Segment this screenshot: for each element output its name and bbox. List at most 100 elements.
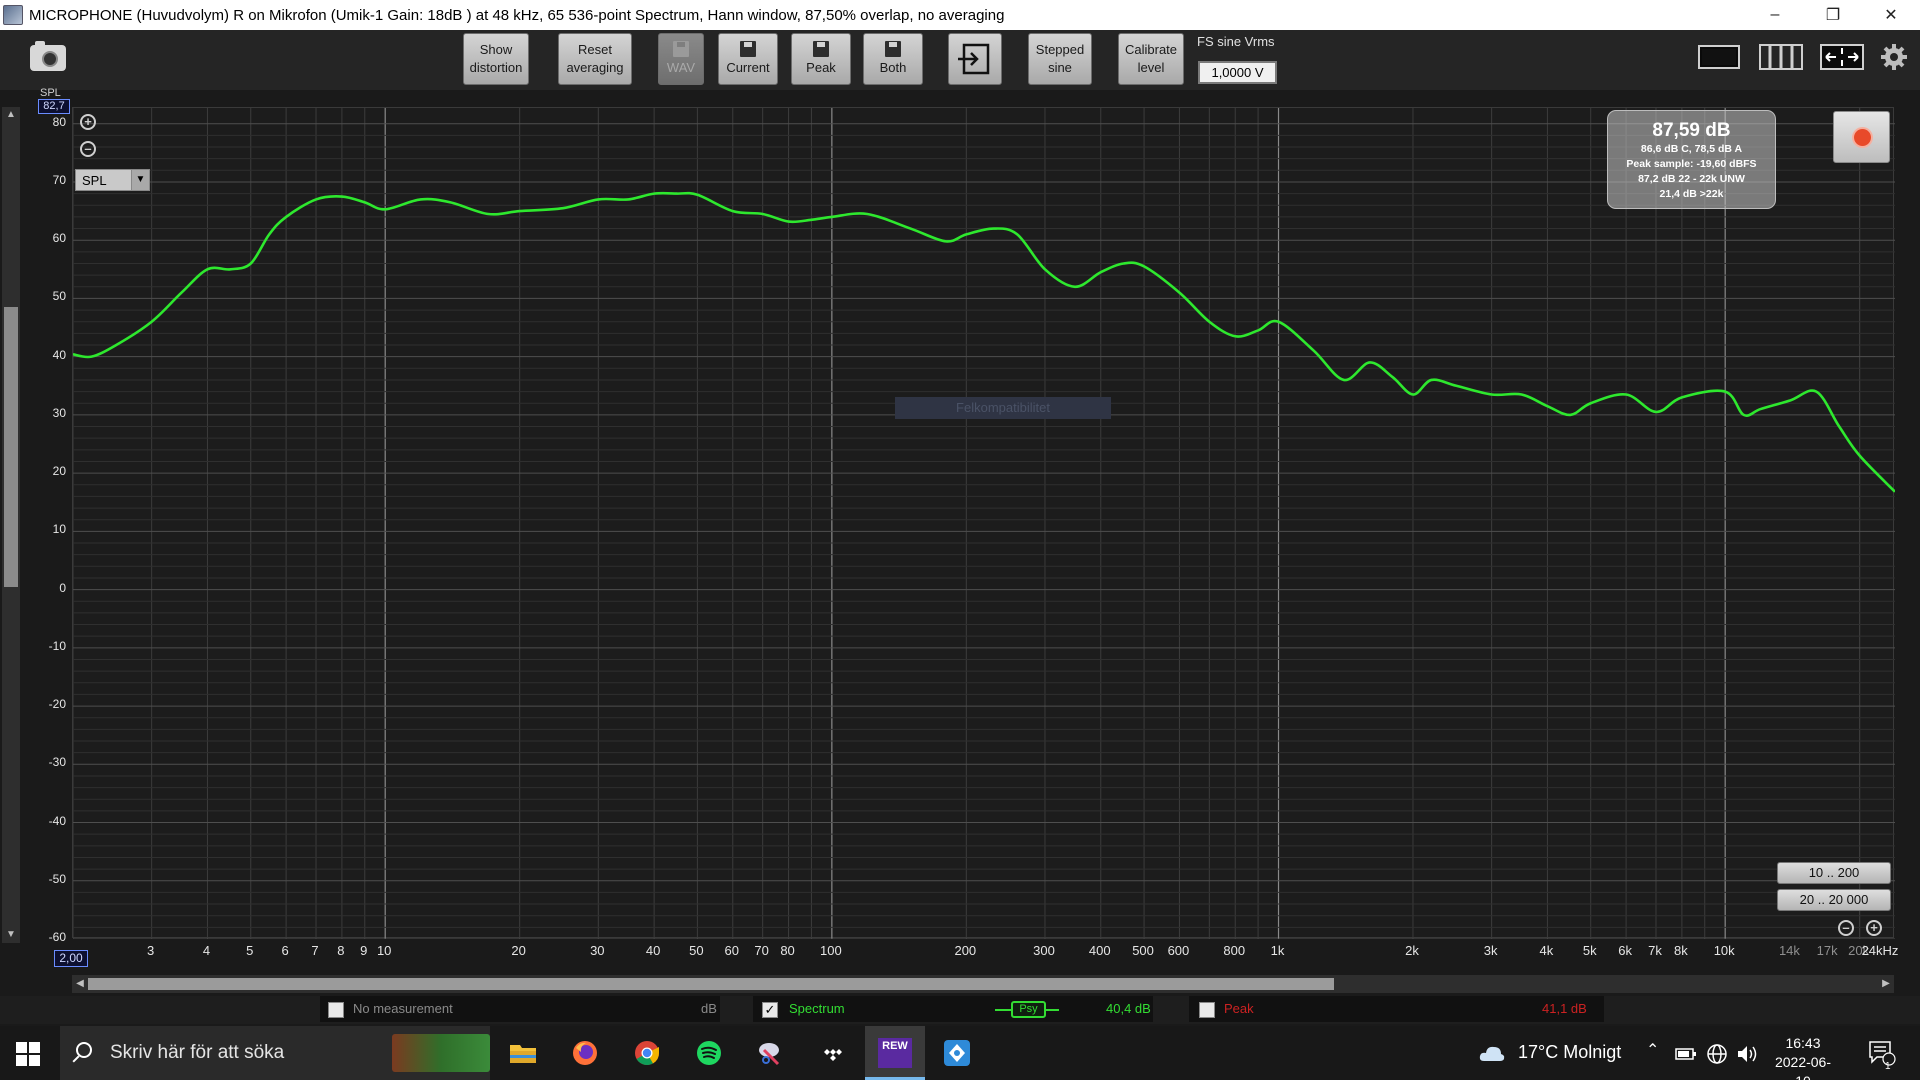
windows-taskbar: Skriv här för att söka REW 17°C Molnigt … [0, 1026, 1920, 1080]
x-tick-label: 5k [1582, 943, 1597, 958]
psy-smoothing-badge[interactable]: Psy [1011, 1001, 1046, 1018]
x-tick-label: 800 [1223, 943, 1246, 958]
spl-select[interactable]: SPL ▼ [75, 169, 150, 191]
spectrum-checkbox[interactable]: ✓ [762, 1002, 778, 1018]
save-current-button[interactable]: Current [718, 33, 778, 85]
wav-button[interactable]: WAV [658, 33, 704, 85]
scroll-left-icon[interactable]: ◀ [74, 977, 86, 991]
file-explorer-icon[interactable] [508, 1038, 538, 1068]
save-peak-button[interactable]: Peak [791, 33, 851, 85]
peak-checkbox[interactable] [1199, 1002, 1215, 1018]
show-distortion-label-2: distortion [469, 60, 523, 75]
x-tick-label: 17k [1816, 943, 1838, 958]
record-button[interactable] [1833, 111, 1890, 163]
legend-status-bar: No measurement dB ✓ Spectrum Psy 40,4 dB… [0, 996, 1920, 1024]
rew-taskbar-button[interactable]: REW [865, 1026, 925, 1080]
x-tick-label: 600 [1167, 943, 1190, 958]
snipping-tool-icon[interactable] [756, 1038, 786, 1068]
weather-text[interactable]: 17°C Molnigt [1518, 1042, 1621, 1063]
x-tick-label: 3k [1483, 943, 1498, 958]
vertical-scroll-thumb[interactable] [4, 307, 18, 587]
faded-overlay-text: Felkompatibilitet [895, 397, 1111, 419]
no-measurement-checkbox[interactable] [328, 1002, 344, 1018]
fs-sine-vrms-input[interactable]: 1,0000 V [1198, 61, 1277, 84]
weather-cloud-icon[interactable] [1478, 1042, 1506, 1064]
reset-averaging-button[interactable]: Reset averaging [558, 33, 632, 85]
x-axis-left-readout[interactable]: 2,00 [54, 950, 88, 967]
y-tick-label: -60 [48, 930, 66, 944]
zoom-out-x-icon[interactable]: – [1838, 920, 1854, 936]
x-tick-label: 14k [1778, 943, 1800, 958]
firefox-icon[interactable] [570, 1038, 600, 1068]
x-tick-label: 24kHz [1861, 943, 1899, 958]
x-tick-label: 9 [360, 943, 368, 958]
x-tick-label: 2k [1405, 943, 1419, 958]
zoom-in-icon[interactable]: + [80, 114, 96, 130]
stepped-sine-button[interactable]: Stepped sine [1028, 33, 1092, 85]
close-button[interactable]: ✕ [1862, 0, 1920, 30]
network-globe-icon[interactable] [1706, 1043, 1728, 1065]
minimize-button[interactable]: – [1746, 0, 1804, 30]
settings-gear-icon[interactable] [1879, 42, 1909, 72]
range-10-200-button[interactable]: 10 .. 200 [1777, 862, 1891, 884]
zoom-in-x-icon[interactable]: + [1866, 920, 1882, 936]
horizontal-scrollbar[interactable]: ◀ ▶ [72, 975, 1894, 993]
y-tick-label: 40 [52, 347, 66, 362]
tidal-icon[interactable] [818, 1038, 848, 1068]
windows-start-icon[interactable] [16, 1042, 40, 1066]
x-tick-label: 30 [590, 943, 605, 958]
layout-columns-icon[interactable] [1759, 42, 1803, 72]
volume-icon[interactable] [1736, 1043, 1758, 1065]
spl-meter-line-1: 86,6 dB C, 78,5 dB A [1640, 143, 1743, 155]
db-unit-label: dB [701, 1001, 717, 1016]
fit-view-icon[interactable] [1820, 42, 1864, 72]
window-title: MICROPHONE (Huvudvolym) R on Mikrofon (U… [29, 6, 1005, 24]
app-icon [3, 5, 23, 25]
save-icon [885, 41, 901, 57]
peak-value: 41,1 dB [1542, 1001, 1587, 1016]
x-tick-label: 50 [689, 943, 704, 958]
x-tick-label: 300 [1033, 943, 1055, 958]
x-tick-label: 60 [724, 943, 739, 958]
x-tick-label: 7 [311, 943, 319, 958]
calibrate-level-button[interactable]: Calibrate level [1118, 33, 1184, 85]
x-tick-label: 200 [954, 943, 977, 958]
chevron-up-icon[interactable]: ⌃ [1646, 1040, 1659, 1060]
spectrum-chart[interactable] [72, 108, 1896, 940]
rew-app-window: MICROPHONE (Huvudvolym) R on Mikrofon (U… [0, 0, 1920, 1080]
layout-single-icon[interactable] [1698, 42, 1740, 72]
scroll-up-icon[interactable]: ▲ [5, 109, 17, 121]
save-icon [740, 41, 756, 57]
range-20-20000-button[interactable]: 20 .. 20 000 [1777, 889, 1891, 911]
toolbar: Show distortion Reset averaging WAV Curr… [0, 30, 1920, 90]
camera-icon[interactable] [30, 41, 66, 71]
spl-meter-main: 87,59 dB [1652, 120, 1731, 141]
horizontal-scroll-thumb[interactable] [88, 978, 1334, 990]
save-both-button[interactable]: Both [863, 33, 923, 85]
y-tick-label: 70 [52, 172, 66, 187]
scroll-right-icon[interactable]: ▶ [1880, 977, 1892, 991]
current-label: Current [726, 60, 770, 75]
spl-select-value: SPL [82, 172, 107, 188]
chrome-icon[interactable] [632, 1038, 662, 1068]
system-clock[interactable]: 16:43 2022-06-10 [1768, 1034, 1838, 1080]
spotify-icon[interactable] [694, 1038, 724, 1068]
show-distortion-button[interactable]: Show distortion [463, 33, 529, 85]
x-tick-label: 10k [1713, 943, 1735, 958]
notifications-icon[interactable] [1868, 1040, 1896, 1066]
remote-app-icon[interactable] [942, 1038, 972, 1068]
save-icon [813, 41, 829, 57]
x-tick-label: 1k [1270, 943, 1285, 958]
chevron-down-icon[interactable]: ▼ [131, 170, 149, 190]
vertical-scrollbar[interactable]: ▲ ▼ [2, 107, 20, 943]
x-tick-label: 4k [1539, 943, 1554, 958]
x-tick-label: 6 [281, 943, 289, 958]
battery-icon[interactable] [1675, 1046, 1697, 1062]
zoom-out-icon[interactable]: – [80, 141, 96, 157]
restore-button[interactable]: ❐ [1804, 0, 1862, 30]
input-select-button[interactable] [948, 33, 1002, 85]
scroll-down-icon[interactable]: ▼ [5, 929, 17, 941]
y-axis-top-readout[interactable]: 82,7 [38, 99, 70, 114]
y-tick-label: -40 [48, 813, 66, 828]
spectrum-graph[interactable] [72, 107, 1896, 940]
